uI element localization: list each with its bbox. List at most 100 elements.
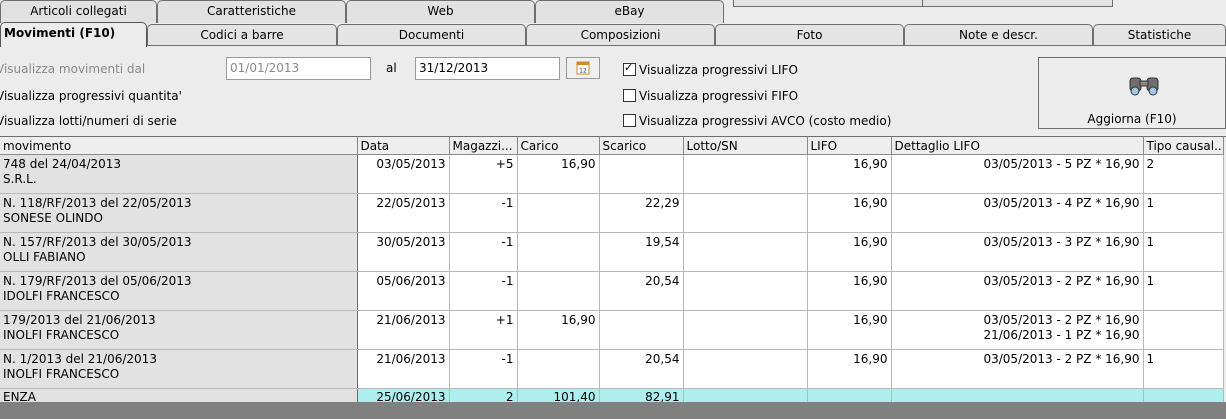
grid-header: movimento Data Magazzi... Carico Scarico… xyxy=(0,137,1224,155)
lotti-label[interactable]: Visualizza lotti/numeri di serie xyxy=(0,114,177,128)
cell-movimento: 179/2013 del 21/06/2013 INOLFI FRANCESCO xyxy=(0,310,358,350)
col-lotto[interactable]: Lotto/SN xyxy=(683,137,808,155)
tab-row-filler xyxy=(733,0,1113,7)
aggiorna-label: Aggiorna (F10) xyxy=(1087,112,1177,126)
svg-text:12: 12 xyxy=(579,68,587,75)
cell-tipo-causale xyxy=(1143,310,1224,350)
cell-magazzino: +5 xyxy=(449,154,518,194)
cell-lifo: 16,90 xyxy=(807,232,892,272)
cell-scarico: 22,29 xyxy=(599,193,684,233)
avco-checkbox[interactable] xyxy=(623,114,636,127)
tab-note-e-descr[interactable]: Note e descr. xyxy=(904,24,1093,46)
tab-web[interactable]: Web xyxy=(346,0,535,23)
movimenti-dal-label: Visualizza movimenti dal xyxy=(0,62,146,76)
tab-composizioni[interactable]: Composizioni xyxy=(526,24,715,46)
cell-tipo-causale: 2 xyxy=(1143,154,1224,194)
cell-data: 30/05/2013 xyxy=(357,232,450,272)
cell-tipo-causale: 1 xyxy=(1143,232,1224,272)
tab-row-divider xyxy=(922,0,923,6)
cell-lifo: 16,90 xyxy=(807,310,892,350)
cell-lifo: 16,90 xyxy=(807,349,892,389)
table-row[interactable]: N. 118/RF/2013 del 22/05/2013 SONESE OLIN… xyxy=(0,193,1224,233)
cell-dettaglio-lifo: 03/05/2013 - 3 PZ * 16,90 xyxy=(891,232,1144,272)
cell-tipo-causale: 1 xyxy=(1143,349,1224,389)
cell-scarico: 20,54 xyxy=(599,349,684,389)
cell-lotto xyxy=(683,232,808,272)
cell-data: 22/05/2013 xyxy=(357,193,450,233)
aggiorna-button[interactable]: Aggiorna (F10) xyxy=(1038,57,1226,129)
table-row[interactable]: N. 179/RF/2013 del 05/06/2013 IDOLFI FRAN… xyxy=(0,271,1224,311)
cell-data: 03/05/2013 xyxy=(357,154,450,194)
cell-movimento: N. 157/RF/2013 del 30/05/2013 OLLI FABIAN… xyxy=(0,232,358,272)
col-tipo-causale[interactable]: Tipo causal... xyxy=(1143,137,1224,155)
cell-lifo: 16,90 xyxy=(807,154,892,194)
table-row[interactable]: N. 1/2013 del 21/06/2013 INOLFI FRANCESCO… xyxy=(0,349,1224,389)
cell-carico: 16,90 xyxy=(517,154,600,194)
date-from-input[interactable]: 01/01/2013 xyxy=(226,57,371,80)
cell-movimento: N. 1/2013 del 21/06/2013 INOLFI FRANCESCO xyxy=(0,349,358,389)
cell-dettaglio-lifo: 03/05/2013 - 2 PZ * 16,90 xyxy=(891,271,1144,311)
col-lifo[interactable]: LIFO xyxy=(807,137,892,155)
cell-lotto xyxy=(683,154,808,194)
cell-magazzino: -1 xyxy=(449,271,518,311)
cell-lotto xyxy=(683,271,808,311)
cell-carico xyxy=(517,232,600,272)
lifo-label: Visualizza progressivi LIFO xyxy=(639,63,798,77)
table-row[interactable]: 179/2013 del 21/06/2013 INOLFI FRANCESCO … xyxy=(0,310,1224,350)
tab-articoli-collegati[interactable]: Articoli collegati xyxy=(0,0,157,23)
table-row[interactable]: N. 157/RF/2013 del 30/05/2013 OLLI FABIAN… xyxy=(0,232,1224,272)
cell-magazzino: -1 xyxy=(449,193,518,233)
cell-scarico xyxy=(599,310,684,350)
movements-grid[interactable]: movimento Data Magazzi... Carico Scarico… xyxy=(0,136,1226,407)
calendar-icon: 12 xyxy=(576,61,590,75)
al-label: al xyxy=(386,61,397,75)
tab-codici-a-barre[interactable]: Codici a barre xyxy=(147,24,337,46)
lifo-checkbox[interactable] xyxy=(623,61,636,76)
date-to-input[interactable]: 31/12/2013 xyxy=(415,57,560,80)
cell-tipo-causale: 1 xyxy=(1143,193,1224,233)
cell-data: 05/06/2013 xyxy=(357,271,450,311)
tab-documenti[interactable]: Documenti xyxy=(337,24,526,46)
cell-carico xyxy=(517,349,600,389)
cell-data: 21/06/2013 xyxy=(357,310,450,350)
cell-movimento: N. 118/RF/2013 del 22/05/2013 SONESE OLIN… xyxy=(0,193,358,233)
cell-scarico: 20,54 xyxy=(599,271,684,311)
cell-magazzino: -1 xyxy=(449,232,518,272)
tab-ebay[interactable]: eBay xyxy=(535,0,724,23)
cell-dettaglio-lifo: 03/05/2013 - 5 PZ * 16,90 xyxy=(891,154,1144,194)
tab-movimenti[interactable]: Movimenti (F10) xyxy=(0,22,147,47)
col-dettaglio-lifo[interactable]: Dettaglio LIFO xyxy=(891,137,1144,155)
col-scarico[interactable]: Scarico xyxy=(599,137,684,155)
cell-dettaglio-lifo: 03/05/2013 - 2 PZ * 16,90 xyxy=(891,349,1144,389)
table-row[interactable]: 748 del 24/04/2013 S.R.L. 03/05/2013 +5 1… xyxy=(0,154,1224,194)
col-carico[interactable]: Carico xyxy=(517,137,600,155)
cell-magazzino: +1 xyxy=(449,310,518,350)
calendar-button[interactable]: 12 xyxy=(566,57,600,79)
tab-statistiche[interactable]: Statistiche xyxy=(1093,24,1226,46)
cell-movimento: 748 del 24/04/2013 S.R.L. xyxy=(0,154,358,194)
cell-lifo: 16,90 xyxy=(807,193,892,233)
cell-carico xyxy=(517,193,600,233)
cell-lifo: 16,90 xyxy=(807,271,892,311)
fifo-checkbox[interactable] xyxy=(623,89,636,102)
cell-lotto xyxy=(683,193,808,233)
cell-carico xyxy=(517,271,600,311)
tab-caratteristiche[interactable]: Caratteristiche xyxy=(157,0,346,23)
cell-movimento: N. 179/RF/2013 del 05/06/2013 IDOLFI FRAN… xyxy=(0,271,358,311)
cell-lotto xyxy=(683,310,808,350)
col-magazzino[interactable]: Magazzi... xyxy=(449,137,518,155)
binoculars-icon xyxy=(1129,77,1159,96)
tab-foto[interactable]: Foto xyxy=(715,24,904,46)
col-movimento[interactable]: movimento xyxy=(0,137,358,155)
cell-data: 21/06/2013 xyxy=(357,349,450,389)
col-data[interactable]: Data xyxy=(357,137,450,155)
cell-lotto xyxy=(683,349,808,389)
cell-magazzino: -1 xyxy=(449,349,518,389)
cell-carico: 16,90 xyxy=(517,310,600,350)
cell-dettaglio-lifo: 03/05/2013 - 4 PZ * 16,90 xyxy=(891,193,1144,233)
tab-baseline xyxy=(0,45,1226,46)
progressivi-quantita-label[interactable]: Visualizza progressivi quantita' xyxy=(0,89,182,103)
avco-label: Visualizza progressivi AVCO (costo medio… xyxy=(639,114,892,128)
cell-scarico: 19,54 xyxy=(599,232,684,272)
cell-tipo-causale: 1 xyxy=(1143,271,1224,311)
